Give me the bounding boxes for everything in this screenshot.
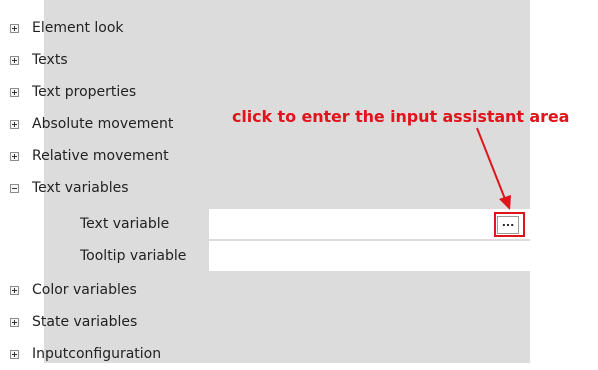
- annotation-arrow-icon: [476, 127, 511, 210]
- highlight-box: [494, 212, 525, 237]
